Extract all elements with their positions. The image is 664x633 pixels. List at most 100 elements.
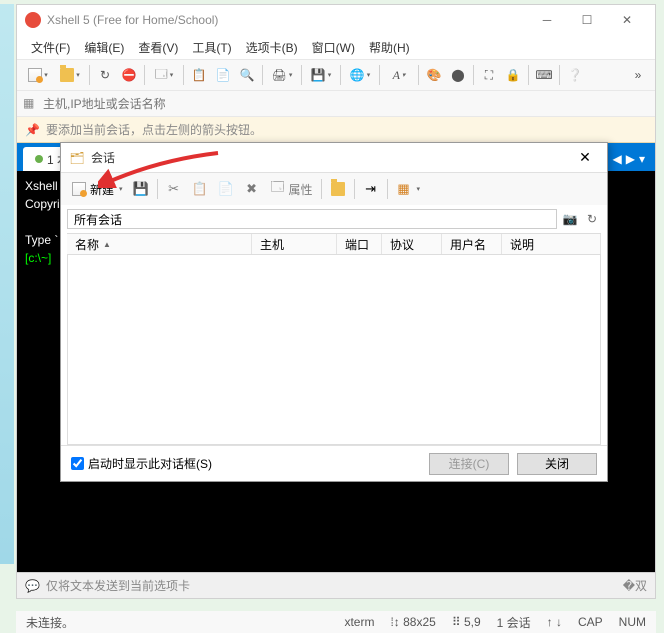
folder-icon [330, 181, 346, 197]
checkbox-label: 启动时显示此对话框(S) [88, 455, 212, 472]
props-label: 属性 [289, 181, 313, 198]
minimize-button[interactable]: ─ [527, 6, 567, 34]
open-button[interactable]: ▾ [55, 64, 85, 86]
dialog-titlebar[interactable]: 🗂 会话 ✕ [61, 143, 607, 173]
status-connection: 未连接。 [22, 614, 78, 631]
cut-icon: ✂ [166, 181, 182, 197]
col-desc[interactable]: 说明 [502, 234, 601, 254]
close-button[interactable]: ✕ [607, 6, 647, 34]
highlight-button[interactable]: ⬤ [447, 64, 469, 86]
compose-expand-icon[interactable]: �双 [623, 577, 647, 594]
status-num: NUM [615, 615, 650, 629]
menu-file[interactable]: 文件(F) [25, 37, 76, 58]
dialog-icon: 🗂 [69, 150, 85, 166]
show-on-start-input[interactable] [71, 457, 84, 470]
dialog-toolbar: 新建 ▾ 💾 ✂ 📋 📄 ✖ 🗔 属性 ⇥ ▦▾ [61, 173, 607, 205]
properties-button[interactable]: 🗔 属性 [266, 177, 317, 201]
paste-button[interactable]: 📄 [212, 64, 234, 86]
col-user[interactable]: 用户名 [442, 234, 502, 254]
maximize-button[interactable]: ☐ [567, 6, 607, 34]
address-bar: ▦ [17, 91, 655, 117]
status-flags: ↑ ↓ [543, 615, 566, 629]
print-button[interactable]: 🖨▾ [267, 64, 297, 86]
hint-text: 要添加当前会话，点击左侧的箭头按钮。 [46, 121, 262, 138]
color-scheme-button[interactable]: 🎨 [423, 64, 445, 86]
status-size: ⁞↕ 88x25 [386, 615, 439, 629]
col-port[interactable]: 端口 [337, 234, 382, 254]
status-sessions: 1 会话 [493, 614, 535, 631]
tab-next-icon[interactable]: ▶ [626, 152, 635, 169]
search-input[interactable] [67, 209, 557, 229]
copy-button[interactable]: 📋 [188, 177, 212, 201]
tab-status-icon [35, 155, 43, 163]
new-button-label: 新建 [90, 181, 114, 198]
cut-button[interactable]: ✂ [162, 177, 186, 201]
col-name[interactable]: 名称▲ [67, 234, 252, 254]
delete-icon: ✖ [244, 181, 260, 197]
view-icon: ▦ [396, 181, 412, 197]
menu-view[interactable]: 查看(V) [132, 37, 184, 58]
col-host[interactable]: 主机 [252, 234, 337, 254]
transfer-button[interactable]: 💾▾ [306, 64, 336, 86]
find-button[interactable]: 🔍 [236, 64, 258, 86]
refresh-icon[interactable]: ↻ [583, 210, 601, 228]
save-button[interactable]: 💾 [129, 177, 153, 201]
close-dialog-button[interactable]: 关闭 [517, 453, 597, 475]
menu-help[interactable]: 帮助(H) [363, 37, 416, 58]
show-on-start-checkbox[interactable]: 启动时显示此对话框(S) [71, 455, 421, 472]
delete-button[interactable]: ✖ [240, 177, 264, 201]
menu-tabs[interactable]: 选项卡(B) [240, 37, 304, 58]
paste-icon: 📄 [218, 181, 234, 197]
copy-icon: 📋 [192, 181, 208, 197]
reconnect-button[interactable]: ↻ [94, 64, 116, 86]
column-headers: 名称▲ 主机 端口 协议 用户名 说明 [67, 233, 601, 255]
window-title: Xshell 5 (Free for Home/School) [47, 13, 527, 27]
disconnect-button[interactable]: ⛔ [118, 64, 140, 86]
paste-button[interactable]: 📄 [214, 177, 238, 201]
compose-bar: 💬 仅将文本发送到当前选项卡 �双 [17, 572, 655, 598]
fullscreen-button[interactable]: ⛶ [478, 64, 500, 86]
menu-edit[interactable]: 编辑(E) [78, 37, 130, 58]
camera-icon[interactable]: 📷 [561, 210, 579, 228]
compose-icon[interactable]: 💬 [25, 579, 40, 593]
status-pos: ⠿ 5,9 [448, 615, 485, 629]
font-button[interactable]: A▾ [384, 64, 414, 86]
sessions-dialog: 🗂 会话 ✕ 新建 ▾ 💾 ✂ 📋 📄 ✖ 🗔 属性 ⇥ ▦▾ 📷 ↻ 名称▲ [60, 142, 608, 482]
address-input[interactable] [43, 97, 649, 111]
status-bar: 未连接。 xterm ⁞↕ 88x25 ⠿ 5,9 1 会话 ↑ ↓ CAP N… [16, 611, 656, 633]
titlebar[interactable]: Xshell 5 (Free for Home/School) ─ ☐ ✕ [17, 5, 655, 35]
save-icon: 💾 [133, 181, 149, 197]
lock-button[interactable]: 🔒 [502, 64, 524, 86]
hint-bar: 📌 要添加当前会话，点击左侧的箭头按钮。 [17, 117, 655, 143]
dialog-close-button[interactable]: ✕ [571, 147, 599, 169]
menu-tools[interactable]: 工具(T) [186, 37, 237, 58]
address-icon: ▦ [23, 96, 39, 112]
tab-prev-icon[interactable]: ◀ [613, 152, 622, 169]
app-icon [25, 12, 41, 28]
menubar: 文件(F) 编辑(E) 查看(V) 工具(T) 选项卡(B) 窗口(W) 帮助(… [17, 35, 655, 59]
new-file-icon [71, 181, 87, 197]
status-term: xterm [340, 615, 378, 629]
properties-button[interactable]: 🗔▾ [149, 64, 179, 86]
main-toolbar: ▾ ▾ ↻ ⛔ 🗔▾ 📋 📄 🔍 🖨▾ 💾▾ 🌐▾ A▾ 🎨 ⬤ ⛶ 🔒 ⌨ ❔… [17, 59, 655, 91]
col-proto[interactable]: 协议 [382, 234, 442, 254]
new-session-button[interactable]: ▾ [23, 64, 53, 86]
hint-pin-icon[interactable]: 📌 [25, 123, 40, 137]
open-folder-button[interactable] [326, 177, 350, 201]
dialog-title: 会话 [91, 149, 571, 166]
keyboard-button[interactable]: ⌨ [533, 64, 555, 86]
new-button[interactable]: 新建 ▾ [67, 177, 127, 201]
more-button[interactable]: » [627, 64, 649, 86]
copy-button[interactable]: 📋 [188, 64, 210, 86]
compose-hint: 仅将文本发送到当前选项卡 [46, 577, 623, 594]
help-button[interactable]: ❔ [564, 64, 586, 86]
tab-menu-icon[interactable]: ▾ [639, 152, 645, 169]
connect-button[interactable]: 连接(C) [429, 453, 509, 475]
view-button[interactable]: ▦▾ [392, 177, 425, 201]
session-list[interactable] [67, 255, 601, 445]
web-button[interactable]: 🌐▾ [345, 64, 375, 86]
menu-window[interactable]: 窗口(W) [306, 37, 361, 58]
status-cap: CAP [574, 615, 607, 629]
import-button[interactable]: ⇥ [359, 177, 383, 201]
search-row: 📷 ↻ [61, 205, 607, 233]
